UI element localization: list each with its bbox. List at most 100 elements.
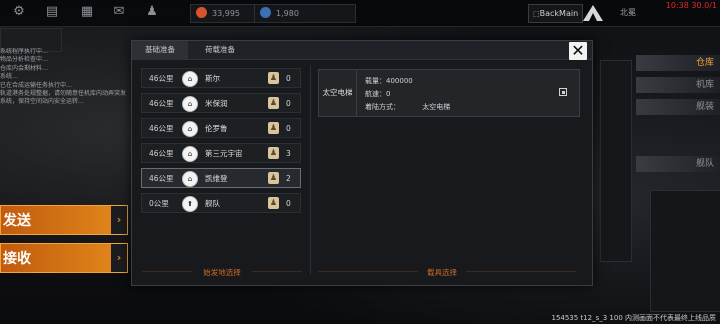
tab-label: 荷载准备 [205, 45, 235, 54]
mail-icon[interactable]: ✉ [110, 4, 128, 20]
menu-fleet[interactable]: 舰队 [636, 156, 720, 172]
inventory-icon[interactable]: ▦ [78, 4, 96, 20]
destination-name: 舰队 [205, 199, 220, 208]
distance-label: 46公里 [149, 124, 174, 133]
crew-icon: ♟ [268, 147, 279, 159]
distance-label: 46公里 [149, 74, 174, 83]
crew-icon: ♟ [268, 197, 279, 209]
close-button[interactable]: ✕ [569, 42, 587, 60]
crew-count: 0 [286, 124, 291, 133]
destination-list: 46公里 ⌂ 斯尔 ♟ 0 46公里 ⌂ 米保润 ♟ 0 46公里 ⌂ 伦罗鲁 … [141, 68, 301, 218]
crew-count: 2 [286, 174, 291, 183]
distance-label: 46公里 [149, 149, 174, 158]
destination-row[interactable]: 46公里 ⌂ 伦罗鲁 ♟ 0 [141, 118, 301, 138]
menu-warehouse[interactable]: 仓库 [636, 55, 720, 71]
destination-name: 米保润 [205, 99, 228, 108]
distance-label: 0公里 [149, 199, 169, 208]
vehicle-dock-row: 着陆方式： 太空电梯 [365, 101, 450, 114]
vehicle-name: 太空电梯 [319, 70, 357, 116]
log-line: 已在合成运输任务执行中… [0, 81, 73, 89]
destination-row-selected[interactable]: 46公里 ⌂ 凯维登 ♟ 2 [141, 168, 301, 188]
chevron-right-icon: › [111, 206, 127, 234]
vehicle-select-label: 载具选择 [427, 268, 457, 277]
dispatch-modal: 基础准备 荷载准备 ✕ 46公里 ⌂ 斯尔 ♟ 0 46公里 ⌂ 米保润 ♟ 0… [131, 40, 593, 286]
destination-row[interactable]: 46公里 ⌂ 第三元宇宙 ♟ 3 [141, 143, 301, 163]
currency-crystals: 1,980 [254, 4, 356, 23]
vehicle-dock-key: 着陆方式： [365, 103, 400, 111]
destination-row[interactable]: 46公里 ⌂ 米保润 ♟ 0 [141, 93, 301, 113]
background-structure [600, 60, 632, 262]
tab-load-prep[interactable]: 荷载准备 [190, 41, 250, 59]
menu-label: 机库 [695, 80, 714, 90]
send-button[interactable]: 发送 › [0, 205, 128, 235]
crystal-coin-icon [260, 7, 271, 18]
log-line: 系统，保持空间站内安全运转… [0, 98, 85, 106]
chat-icon[interactable]: ▤ [43, 4, 61, 20]
receive-button[interactable]: 接收 › [0, 243, 128, 273]
vehicle-speed: 航速：0 [365, 90, 391, 98]
crew-count: 0 [286, 199, 291, 208]
receive-button-label: 接收 [3, 251, 31, 267]
menu-label: 仓库 [695, 58, 714, 68]
profile-icon[interactable]: ♟ [143, 4, 161, 20]
crew-icon: ♟ [268, 97, 279, 109]
section-line [142, 271, 192, 272]
settings-gear-icon[interactable]: ⚙ [10, 4, 28, 20]
send-button-label: 发送 [3, 213, 31, 229]
section-line [318, 271, 418, 272]
section-line [252, 271, 302, 272]
log-line: 仓库内会剩材料… [0, 64, 49, 72]
crew-count: 3 [286, 149, 291, 158]
credits-amount: 33,995 [212, 9, 240, 18]
location-name: 北冕 [620, 8, 636, 17]
menu-hangar[interactable]: 机库 [636, 77, 720, 93]
back-main-button[interactable]: ⬚BackMain [528, 4, 584, 23]
planet-icon: ⌂ [182, 96, 198, 112]
vehicle-card[interactable]: 太空电梯 载量：400000 航速：0 着陆方式： 太空电梯 [318, 69, 580, 117]
vehicle-dock-value: 太空电梯 [422, 103, 451, 111]
planet-icon: ⌂ [182, 146, 198, 162]
section-line [466, 271, 576, 272]
destination-name: 伦罗鲁 [205, 124, 228, 133]
footer-notice: 154535 t12_s_3 100 内测画面不代表最终上线品质 [551, 314, 716, 322]
log-line: 系统… [0, 73, 19, 81]
crew-icon: ♟ [268, 72, 279, 84]
tab-basic-prep[interactable]: 基础准备 [132, 41, 188, 59]
destination-row[interactable]: 46公里 ⌂ 斯尔 ♟ 0 [141, 68, 301, 88]
vehicle-info: 载量：400000 航速：0 着陆方式： 太空电梯 [365, 75, 450, 114]
background-structure [650, 190, 720, 312]
planet-icon: ⌂ [182, 171, 198, 187]
crystals-amount: 1,980 [276, 9, 299, 18]
destination-name: 凯维登 [205, 174, 228, 183]
planet-icon: ⌂ [182, 71, 198, 87]
credits-coin-icon [196, 7, 207, 18]
menu-label: 舰装 [695, 102, 714, 112]
crew-count: 0 [286, 99, 291, 108]
log-line: 物品分析检查中… [0, 56, 49, 64]
menu-label: 舰队 [695, 159, 714, 169]
distance-label: 46公里 [149, 99, 174, 108]
background-log: 系统程序执行中… 物品分析检查中… 仓库内会剩材料… 系统… 已在合成运输任务执… [0, 48, 130, 107]
vehicle-load: 载量：400000 [365, 77, 413, 85]
panel-divider [310, 65, 311, 275]
destination-name: 第三元宇宙 [205, 149, 243, 158]
distance-label: 46公里 [149, 174, 174, 183]
destination-row[interactable]: 0公里 ⬆ 舰队 ♟ 0 [141, 193, 301, 213]
origin-select-label: 始发地选择 [203, 268, 241, 277]
crew-icon: ♟ [268, 122, 279, 134]
close-icon: ✕ [571, 41, 585, 60]
modal-tabs: 基础准备 荷载准备 [132, 41, 592, 60]
crew-icon: ♟ [268, 172, 279, 184]
destination-name: 斯尔 [205, 74, 220, 83]
vehicle-select-checkbox-icon[interactable] [559, 88, 567, 96]
menu-outfit[interactable]: 舰装 [636, 99, 720, 115]
planet-icon: ⌂ [182, 121, 198, 137]
fleet-icon: ⬆ [182, 196, 198, 212]
top-bar: ⚙ ▤ ▦ ✉ ♟ 33,995 1,980 ⬚BackMain 北冕 10:3… [0, 0, 720, 27]
tab-label: 基础准备 [145, 45, 175, 54]
chevron-right-icon: › [111, 244, 127, 272]
game-logo-icon [583, 5, 603, 21]
back-main-label: BackMain [539, 9, 579, 18]
crew-count: 0 [286, 74, 291, 83]
clock-readout: 10:38 30.0/1 [665, 1, 717, 10]
